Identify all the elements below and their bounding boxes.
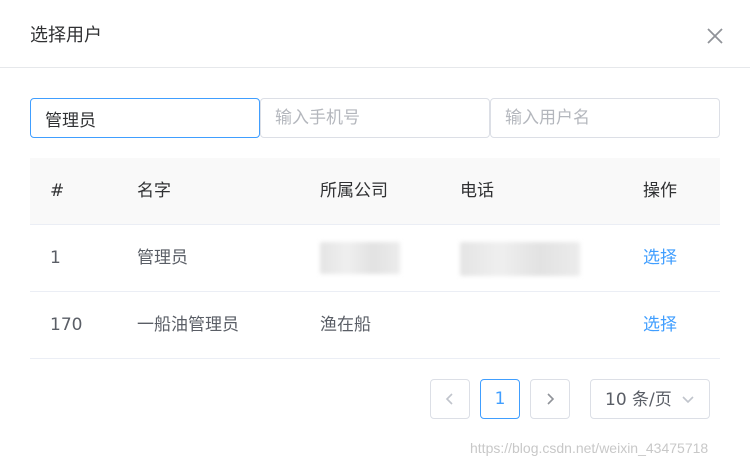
redacted-phone [460,242,580,276]
prev-page-button[interactable] [430,379,470,419]
column-header-name: 名字 [137,181,171,201]
page-size-select[interactable]: 10 条/页 [590,379,710,419]
phone-search-input[interactable] [260,98,490,138]
close-icon[interactable] [704,25,726,47]
table-row: 170 一船油管理员 渔在船 选择 [30,292,720,359]
dialog-header: 选择用户 [0,0,750,68]
redacted-company [320,242,400,274]
username-search-input[interactable] [490,98,720,138]
chevron-right-icon [547,393,555,405]
select-user-dialog: 选择用户 # 名字 所属公司 电话 操作 1 管理员 选择 170 [0,0,750,468]
page-number-button[interactable]: 1 [480,379,520,419]
next-page-button[interactable] [530,379,570,419]
row-name: 一船油管理员 [137,315,239,335]
column-header-index: # [50,181,65,201]
chevron-left-icon [445,393,453,405]
filter-bar [30,98,720,138]
name-search-input[interactable] [30,98,260,138]
dialog-title: 选择用户 [30,25,102,46]
page-size-label: 10 条/页 [605,390,672,410]
row-index: 1 [50,248,61,268]
row-company: 渔在船 [320,315,371,335]
chevron-down-icon [682,396,694,404]
column-header-action: 操作 [643,181,677,201]
select-user-button[interactable]: 选择 [643,292,677,358]
select-user-button[interactable]: 选择 [643,225,677,291]
column-header-company: 所属公司 [320,181,388,201]
table-row: 1 管理员 选择 [30,225,720,292]
row-name: 管理员 [137,248,188,268]
column-header-phone: 电话 [460,181,494,201]
row-index: 170 [50,315,83,335]
watermark: https://blog.csdn.net/weixin_43475718 [470,440,709,456]
table-header: # 名字 所属公司 电话 操作 [30,158,720,225]
